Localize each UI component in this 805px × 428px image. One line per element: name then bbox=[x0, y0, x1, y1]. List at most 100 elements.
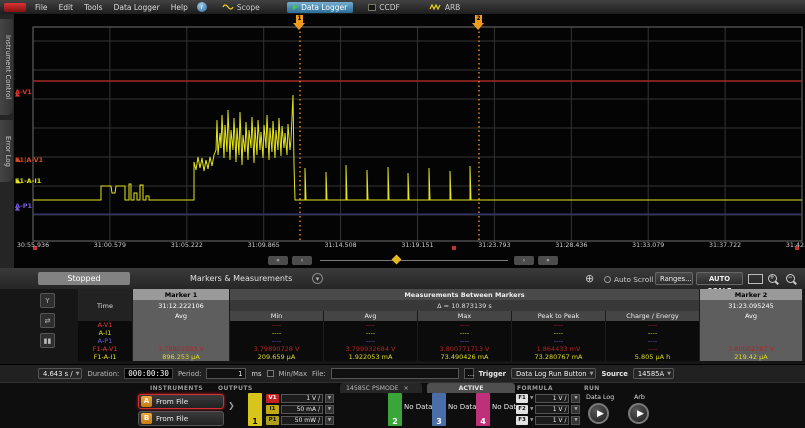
menu-item-data-logger[interactable]: Data Logger bbox=[114, 3, 160, 12]
i1-scale-dropdown[interactable]: 50 mA / bbox=[281, 405, 323, 414]
chevron-down-icon[interactable]: ▼ bbox=[325, 405, 334, 414]
chevron-down-icon[interactable]: ▼ bbox=[530, 396, 533, 401]
menu-item-file[interactable]: File bbox=[35, 3, 48, 12]
chevron-down-icon[interactable]: ▼ bbox=[571, 416, 580, 425]
channel-label-f1-a-i1[interactable]: F1-A-I1▶ bbox=[15, 178, 41, 191]
value-cell: 3.800771713 V bbox=[418, 345, 512, 353]
tools-icon-button[interactable]: Y bbox=[40, 293, 55, 308]
f3-badge: F3 bbox=[516, 416, 528, 425]
chevron-down-icon[interactable]: ▼ bbox=[325, 394, 334, 403]
marker1-header[interactable]: Marker 1 bbox=[133, 289, 230, 300]
trigger-value: Data Log Run Button bbox=[516, 370, 587, 378]
between-markers-header: Measurements Between Markers bbox=[230, 289, 700, 300]
arb-play-button[interactable]: ▶ bbox=[628, 403, 649, 424]
value-cell bbox=[133, 321, 230, 329]
scroll-thumb[interactable] bbox=[392, 255, 402, 265]
scroll-first-button[interactable]: « bbox=[268, 256, 288, 265]
instrument-panel: INSTRUMENTS OUTPUTS 14585C PSMODE × ACTI… bbox=[0, 382, 805, 428]
sidebar-tab-error-log[interactable]: Error Log bbox=[0, 120, 13, 182]
chevron-down-icon[interactable]: ▼ bbox=[571, 394, 580, 403]
channel-3-bar[interactable]: 3 bbox=[432, 393, 446, 426]
value-cell: ---- bbox=[512, 321, 606, 329]
channel-1-bar[interactable]: 1 bbox=[248, 393, 262, 426]
file-browse-button[interactable]: ... bbox=[464, 368, 474, 379]
active-tab[interactable]: ACTIVE bbox=[427, 383, 515, 393]
menu-item-tools[interactable]: Tools bbox=[84, 3, 102, 12]
value-cell bbox=[700, 321, 803, 329]
marker-1-flag[interactable]: 1 bbox=[293, 15, 306, 31]
f1-scale-dropdown[interactable]: 1 V / bbox=[535, 394, 569, 403]
chevron-down-icon[interactable]: ▼ bbox=[530, 407, 533, 412]
menu-item-edit[interactable]: Edit bbox=[59, 3, 74, 12]
duration-label: Duration: bbox=[87, 370, 119, 378]
chart-scrollbar: « ‹ › » bbox=[0, 255, 805, 268]
channel-2-bar[interactable]: 2 bbox=[388, 393, 402, 426]
instrument-b-from-file-button[interactable]: B From File bbox=[138, 411, 224, 426]
source-dropdown[interactable]: 14585A▼ bbox=[633, 368, 674, 379]
table-row-f1-a-v1: F1-A-V13.79901033 V3.79890728 V3.7999326… bbox=[78, 345, 803, 353]
p1-scale-dropdown[interactable]: 50 mW / bbox=[281, 416, 323, 425]
table-row-f1-a-i1: F1-A-I1896.253 µA209.659 µA1.922053 mA73… bbox=[78, 353, 803, 361]
channel-label-a-v1[interactable]: A-V1▶ bbox=[15, 89, 32, 102]
time-scale-value: 4.643 s / bbox=[43, 370, 73, 378]
value-cell: 1.864433 mV bbox=[512, 345, 606, 353]
expand-arrow-icon[interactable]: ❯ bbox=[228, 401, 235, 410]
data-log-play-button[interactable]: ▶ bbox=[588, 403, 609, 424]
file-label: File: bbox=[312, 370, 326, 378]
sliders-icon-button[interactable]: ⇄ bbox=[40, 313, 55, 328]
trigger-dropdown[interactable]: Data Log Run Button▼ bbox=[511, 368, 597, 379]
sidebar-tab-instrument-control[interactable]: Instrument Control bbox=[0, 19, 13, 115]
period-unit[interactable]: ms bbox=[251, 370, 261, 378]
info-icon[interactable]: i bbox=[197, 2, 207, 12]
f3-scale-dropdown[interactable]: 1 V / bbox=[535, 416, 569, 425]
f2-scale-dropdown[interactable]: 1 V / bbox=[535, 405, 569, 414]
time-scale-dropdown[interactable]: 4.643 s /▼ bbox=[38, 368, 82, 379]
panel-collapse-chevron[interactable]: ▾ bbox=[312, 273, 323, 284]
scroll-prev-button[interactable]: ‹ bbox=[292, 256, 312, 265]
zoom-in-icon[interactable]: + bbox=[768, 274, 777, 283]
file-tab[interactable]: 14585C PSMODE × bbox=[340, 383, 422, 393]
value-cell: 219.42 µA bbox=[700, 353, 803, 361]
column-header-peak-to-peak: Peak to Peak bbox=[512, 311, 606, 321]
zoom-out-icon[interactable]: − bbox=[786, 274, 795, 283]
time-tick-label: 31:14.508 bbox=[311, 242, 371, 249]
auto-scale-button[interactable]: AUTO SCALE bbox=[696, 272, 743, 285]
chevron-down-icon[interactable]: ▼ bbox=[325, 416, 334, 425]
auto-scroll-label[interactable]: Auto Scroll bbox=[614, 275, 653, 284]
scroll-next-button[interactable]: › bbox=[514, 256, 534, 265]
column-header-max: Max bbox=[418, 311, 512, 321]
formula-f2-row: F2▼1 V /▼ bbox=[516, 405, 580, 414]
status-stopped-button[interactable]: Stopped bbox=[38, 272, 130, 285]
chevron-down-icon[interactable]: ▼ bbox=[530, 418, 533, 423]
crosshair-icon[interactable]: ⊕ bbox=[585, 272, 594, 285]
menu-item-help[interactable]: Help bbox=[171, 3, 188, 12]
fit-screen-icon[interactable] bbox=[748, 274, 763, 284]
channel-label-a-p1[interactable]: A-P1▶ bbox=[15, 203, 32, 216]
auto-scroll-toggle[interactable] bbox=[604, 276, 611, 283]
instrument-b-label: From File bbox=[156, 414, 188, 423]
instrument-a-from-file-button[interactable]: A From File bbox=[138, 394, 224, 409]
ranges-button[interactable]: Ranges... bbox=[655, 272, 693, 285]
marker-2-flag[interactable]: 2 bbox=[472, 15, 485, 31]
chevron-down-icon[interactable]: ▼ bbox=[571, 405, 580, 414]
menu-bar: File Edit Tools Data Logger Help i Scope ▶ D… bbox=[0, 0, 805, 14]
v1-scale-dropdown[interactable]: 1 V / bbox=[281, 394, 323, 403]
waveform-chart[interactable]: A-V1▶F1|A-V1▶F1-A-I1▶A-P1▶ 12 30:55.9363… bbox=[0, 14, 805, 268]
i1-badge: I1 bbox=[266, 405, 279, 414]
scroll-last-button[interactable]: » bbox=[538, 256, 558, 265]
period-input[interactable]: 1 bbox=[206, 368, 246, 379]
tab-ccdf[interactable]: CCDF bbox=[362, 2, 406, 13]
tab-scope[interactable]: Scope bbox=[216, 2, 266, 13]
waveform-plot bbox=[0, 14, 805, 268]
channel-label-f1-a-v1[interactable]: F1|A-V1▶ bbox=[15, 157, 43, 170]
tab-arb[interactable]: ARB bbox=[423, 2, 467, 13]
close-icon[interactable]: × bbox=[404, 385, 409, 392]
minmax-checkbox[interactable] bbox=[267, 370, 274, 377]
channel-4-bar[interactable]: 4 bbox=[476, 393, 490, 426]
marker2-header[interactable]: Marker 2 bbox=[700, 289, 803, 300]
f1-badge: F1 bbox=[516, 394, 528, 403]
tab-data-logger[interactable]: ▶ Data Logger bbox=[287, 2, 354, 13]
file-input[interactable] bbox=[331, 368, 459, 379]
scroll-track[interactable] bbox=[320, 260, 508, 261]
columns-icon-button[interactable]: ▮▮ bbox=[40, 333, 55, 348]
